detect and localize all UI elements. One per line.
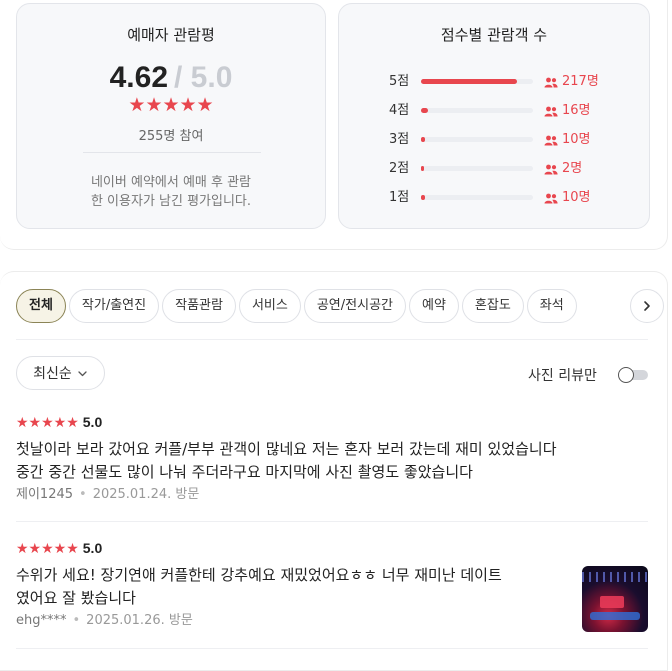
sort-dropdown[interactable]: 최신순	[16, 356, 105, 390]
people-icon	[544, 106, 558, 116]
max-score: / 5.0	[174, 61, 233, 94]
meta-separator: •	[72, 613, 81, 628]
participant-count: 255명 참여	[138, 129, 204, 144]
chips-next-button[interactable]	[630, 289, 664, 323]
review-meta: ehg**** • 2025.01.26. 방문	[16, 612, 576, 630]
score-bar-fill	[421, 166, 424, 171]
rating-summary-title: 예매자 관람평	[127, 26, 215, 44]
chevron-right-icon	[644, 301, 650, 311]
average-score: 4.62/ 5.0	[17, 61, 325, 95]
review-author: ehg****	[16, 613, 67, 628]
score-bar-track	[421, 79, 533, 84]
score-bar-track	[421, 166, 533, 171]
score-count: 10명	[544, 130, 591, 150]
divider	[16, 648, 648, 649]
score-label: 5점	[389, 74, 410, 89]
rating-summary-card: 예매자 관람평 4.62/ 5.0 ★★★★★ 255명 참여 네이버 예약에서…	[16, 3, 326, 229]
review-summary-section: 예매자 관람평 4.62/ 5.0 ★★★★★ 255명 참여 네이버 예약에서…	[0, 0, 668, 250]
sort-label: 최신순	[33, 366, 72, 382]
photo-only-toggle[interactable]	[618, 367, 648, 383]
score-bar-track	[421, 108, 533, 113]
score-count-value: 10명	[562, 132, 591, 147]
summary-note: 네이버 예약에서 예매 후 관람 한 이용자가 남긴 평가입니다.	[17, 173, 325, 211]
score-distribution-row: 2점 2명	[339, 159, 649, 179]
score-count-value: 2명	[562, 161, 583, 176]
chip-congestion[interactable]: 혼잡도	[461, 289, 524, 323]
review-text-line: 수위가 세요! 장기연애 커플한테 강추예요 재밌었어요ㅎㅎ 너무 재미난 데이…	[16, 566, 502, 584]
divider	[83, 152, 261, 153]
score-count: 217명	[544, 72, 599, 92]
score-bar-fill	[421, 108, 428, 113]
average-stars-icon: ★★★★★	[128, 94, 214, 116]
score-distribution-row: 1점 10명	[339, 188, 649, 208]
chip-service[interactable]: 서비스	[238, 289, 301, 323]
review-meta: 제이1245 • 2025.01.24. 방문	[16, 486, 650, 504]
score-bar-fill	[421, 195, 425, 200]
chip-venue[interactable]: 공연/전시공간	[303, 289, 406, 323]
score-count-value: 16명	[562, 103, 591, 118]
review-text-line: 중간 중간 선물도 많이 나눠 주더라구요 마지막에 사진 촬영도 좋았습니다	[16, 463, 473, 481]
review-rating: 5.0	[82, 414, 103, 430]
score-distribution-row: 4점 16명	[339, 101, 649, 121]
review-stars-icon: ★★★★★	[16, 415, 79, 431]
review-item: ★★★★★ 5.0 수위가 세요! 장기연애 커플한테 강추예요 재밌었어요ㅎㅎ …	[16, 538, 576, 630]
average-score-value: 4.62	[109, 61, 168, 94]
review-text-line: 였어요 잘 봤습니다	[16, 589, 136, 607]
toggle-knob	[618, 367, 634, 383]
score-bar-track	[421, 195, 533, 200]
review-photo-thumbnail[interactable]	[582, 566, 648, 632]
chip-artist-cast[interactable]: 작가/출연진	[68, 289, 160, 323]
score-count: 16명	[544, 101, 591, 121]
score-distribution-title: 점수별 관람객 수	[440, 26, 548, 44]
category-filter-chips: 전체 작가/출연진 작품관람 서비스 공연/전시공간 예약 혼잡도 좌석	[16, 289, 636, 323]
summary-note-line-1: 네이버 예약에서 예매 후 관람	[90, 175, 252, 190]
meta-separator: •	[79, 487, 87, 502]
score-distribution-row: 3점 10명	[339, 130, 649, 150]
people-icon	[544, 135, 558, 145]
divider	[16, 339, 648, 340]
people-icon	[544, 77, 558, 87]
score-count-value: 217명	[562, 74, 599, 89]
score-bar-fill	[421, 137, 425, 142]
score-distribution-row: 5점 217명	[339, 72, 649, 92]
review-date: 2025.01.26. 방문	[86, 613, 193, 628]
people-icon	[544, 164, 558, 174]
chip-all[interactable]: 전체	[16, 289, 66, 323]
score-label: 4점	[389, 103, 410, 118]
review-date: 2025.01.24. 방문	[92, 487, 200, 502]
score-label: 2점	[389, 161, 410, 176]
score-bar-fill	[421, 79, 517, 84]
review-stars-icon: ★★★★★	[16, 541, 79, 557]
score-count: 10명	[544, 188, 591, 208]
review-item: ★★★★★ 5.0 첫날이라 보라 갔어요 커플/부부 관객이 많네요 저는 혼자…	[16, 412, 650, 504]
score-bar-track	[421, 137, 533, 142]
chip-seat[interactable]: 좌석	[526, 289, 577, 323]
chevron-down-icon	[78, 370, 87, 376]
review-text-line: 첫날이라 보라 갔어요 커플/부부 관객이 많네요 저는 혼자 보러 갔는데 재…	[16, 440, 557, 458]
review-author: 제이1245	[16, 487, 74, 502]
score-count-value: 10명	[562, 190, 591, 205]
score-distribution-card: 점수별 관람객 수 5점 217명 4점 16명 3점 10명 2점 2명 1점 10명	[338, 3, 650, 229]
score-label: 1점	[389, 190, 410, 205]
score-count: 2명	[544, 159, 582, 179]
review-text[interactable]: 수위가 세요! 장기연애 커플한테 강추예요 재밌었어요ㅎㅎ 너무 재미난 데이…	[16, 564, 576, 610]
chip-reservation[interactable]: 예약	[408, 289, 459, 323]
review-text[interactable]: 첫날이라 보라 갔어요 커플/부부 관객이 많네요 저는 혼자 보러 갔는데 재…	[16, 438, 650, 484]
divider	[16, 521, 648, 522]
people-icon	[544, 193, 558, 203]
summary-note-line-2: 한 이용자가 남긴 평가입니다.	[90, 194, 252, 209]
score-label: 3점	[389, 132, 410, 147]
review-rating: 5.0	[82, 540, 103, 556]
chip-viewing[interactable]: 작품관람	[162, 289, 236, 323]
photo-only-label: 사진 리뷰만	[528, 368, 597, 384]
